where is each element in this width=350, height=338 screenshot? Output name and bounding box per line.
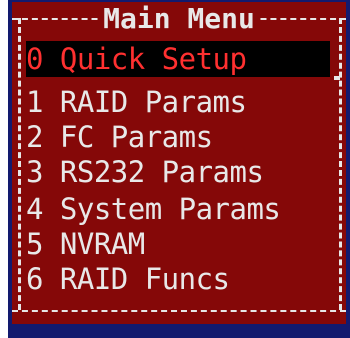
menu-item-fc-params[interactable]: 2 FC Params bbox=[26, 119, 213, 155]
menu-border-bottom bbox=[12, 310, 346, 312]
text-cursor bbox=[334, 76, 340, 80]
menu-item-nvram[interactable]: 5 NVRAM bbox=[26, 226, 145, 262]
menu-item-system-params[interactable]: 4 System Params bbox=[26, 191, 281, 227]
menu-border-left bbox=[18, 18, 21, 310]
menu-border-right bbox=[339, 18, 342, 310]
menu-item-raid-params[interactable]: 1 RAID Params bbox=[26, 84, 247, 120]
menu-item-raid-funcs[interactable]: 6 RAID Funcs bbox=[26, 261, 230, 297]
menu-title: Main Menu bbox=[12, 2, 346, 36]
terminal-screen: Main Menu 0 Quick Setup 1 RAID Params 2 … bbox=[0, 0, 350, 338]
menu-item-rs232-params[interactable]: 3 RS232 Params bbox=[26, 154, 264, 190]
main-menu-window: Main Menu 0 Quick Setup 1 RAID Params 2 … bbox=[12, 2, 346, 324]
menu-title-text: Main Menu bbox=[99, 2, 259, 35]
menu-item-quick-setup[interactable]: 0 Quick Setup bbox=[26, 41, 330, 77]
